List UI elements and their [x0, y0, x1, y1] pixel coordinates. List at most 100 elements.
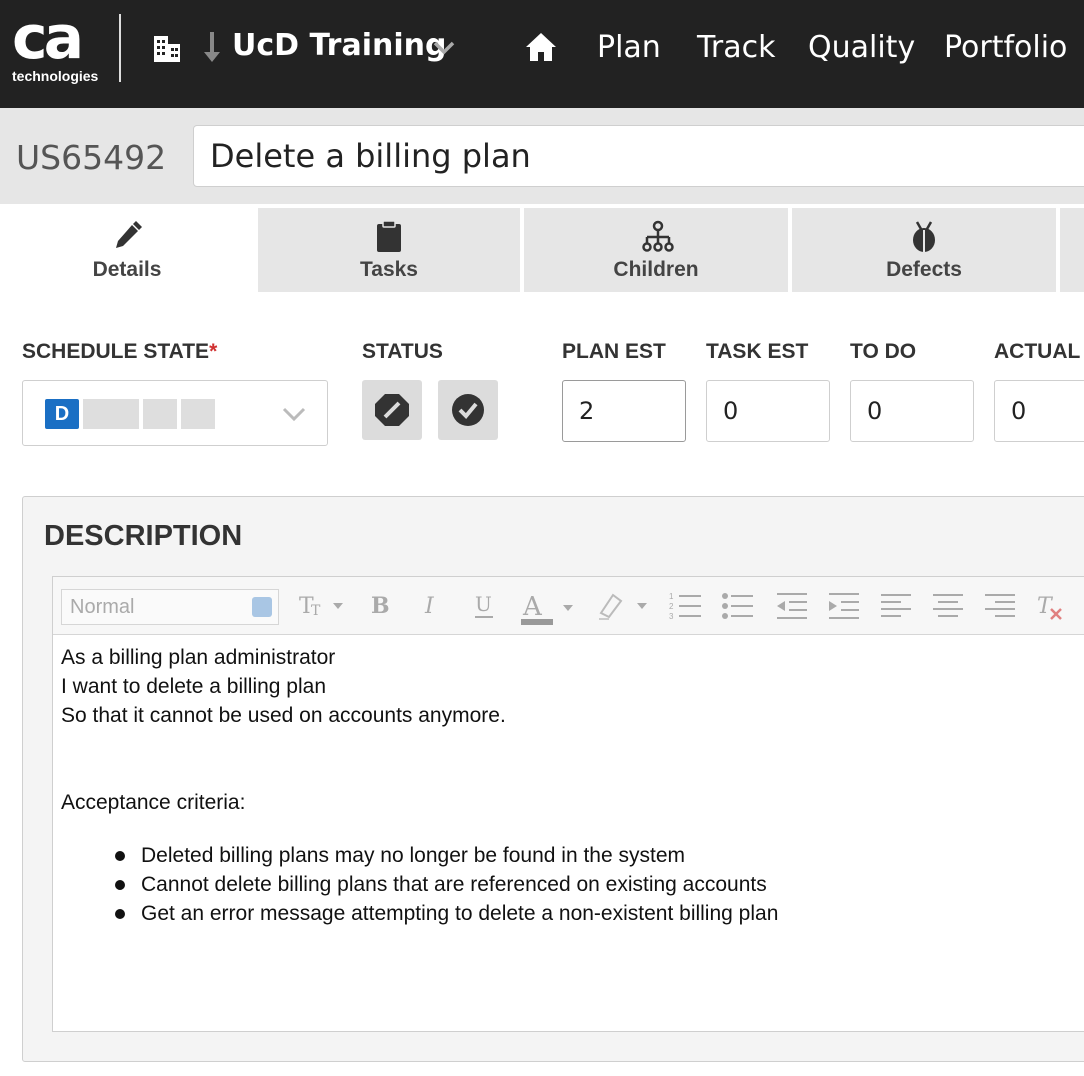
description-line	[61, 759, 1084, 788]
blocked-button[interactable]	[362, 380, 422, 440]
italic-button[interactable]: I	[421, 589, 445, 623]
logo-subtitle: technologies	[12, 68, 99, 84]
align-center-icon	[933, 594, 963, 617]
italic-icon: I	[424, 594, 435, 619]
ready-check-icon	[452, 394, 484, 426]
svg-text:T: T	[1037, 594, 1054, 619]
to-do-input[interactable]	[850, 380, 974, 442]
tab-more[interactable]	[1060, 208, 1084, 292]
required-marker: *	[209, 340, 218, 363]
hierarchy-icon	[641, 220, 674, 254]
numbered-list-icon: 123	[669, 592, 701, 621]
actual-label: ACTUAL	[994, 340, 1081, 363]
blocked-icon	[375, 394, 409, 426]
align-right-button[interactable]	[983, 589, 1017, 623]
svg-text:1: 1	[669, 592, 674, 601]
acceptance-criteria-list: Deleted billing plans may no longer be f…	[61, 841, 1084, 928]
chevron-down-icon[interactable]	[432, 38, 456, 58]
nav-track[interactable]: Track	[697, 30, 776, 65]
plan-est-label: PLAN EST	[562, 340, 666, 363]
home-icon[interactable]	[524, 30, 558, 64]
bullet-list-icon	[722, 593, 753, 619]
font-size-button[interactable]: T T	[297, 589, 349, 623]
svg-text:3: 3	[669, 612, 674, 621]
ca-technologies-logo[interactable]: ca technologies	[12, 3, 104, 88]
top-nav-bar: ca technologies UcD Training Plan Track	[0, 0, 1084, 108]
task-est-label: TASK EST	[706, 340, 809, 363]
artifact-id: US65492	[16, 138, 167, 177]
nav-portfolio[interactable]: Portfolio	[944, 30, 1067, 65]
state-completed-segment[interactable]	[143, 399, 177, 429]
clear-format-button[interactable]: T	[1035, 589, 1069, 623]
chevron-down-icon[interactable]	[281, 403, 307, 425]
description-line: Acceptance criteria:	[61, 791, 246, 814]
building-icon[interactable]	[152, 30, 182, 64]
arrow-down-icon	[202, 30, 222, 64]
bug-icon	[909, 220, 939, 254]
format-select-value: Normal	[70, 596, 135, 618]
highlight-button[interactable]	[597, 589, 653, 623]
list-item: Cannot delete billing plans that are ref…	[115, 870, 1084, 899]
schedule-state-select[interactable]: D	[22, 380, 328, 446]
status-label: STATUS	[362, 340, 443, 363]
schedule-state-label: SCHEDULE STATE*	[22, 340, 218, 363]
description-line: As a billing plan administrator	[61, 646, 336, 669]
description-heading: DESCRIPTION	[44, 520, 243, 552]
indent-icon	[829, 593, 859, 619]
svg-text:2: 2	[669, 602, 674, 611]
to-do-label: TO DO	[850, 340, 917, 363]
font-size-icon: T T	[299, 594, 343, 619]
svg-text:I: I	[424, 594, 435, 619]
outdent-button[interactable]	[775, 589, 809, 623]
workspace-name[interactable]: UcD Training	[232, 28, 446, 63]
tab-details[interactable]: Details	[0, 208, 254, 292]
underline-icon: U	[475, 592, 493, 618]
description-content[interactable]: As a billing plan administrator I want t…	[61, 643, 1084, 928]
indent-button[interactable]	[827, 589, 861, 623]
clipboard-icon	[374, 220, 404, 254]
align-right-icon	[985, 594, 1015, 617]
tab-children[interactable]: Children	[524, 208, 788, 292]
text-color-icon: A	[521, 592, 573, 625]
svg-text:T: T	[311, 603, 321, 619]
tab-label: Defects	[886, 258, 962, 281]
ready-button[interactable]	[438, 380, 498, 440]
tab-tasks[interactable]: Tasks	[258, 208, 520, 292]
bold-icon: B	[371, 593, 390, 619]
svg-text:A: A	[522, 592, 543, 622]
plan-est-input[interactable]	[562, 380, 686, 442]
svg-text:U: U	[475, 592, 492, 616]
chevron-down-icon[interactable]	[252, 597, 272, 617]
list-item: Deleted billing plans may no longer be f…	[115, 841, 1084, 870]
tab-label: Children	[613, 258, 699, 281]
state-defined-badge[interactable]: D	[45, 399, 79, 429]
svg-text:B: B	[371, 593, 390, 619]
nav-plan[interactable]: Plan	[597, 30, 661, 65]
bullet-list-button[interactable]	[721, 589, 755, 623]
tab-label: Tasks	[360, 258, 418, 281]
artifact-title-input[interactable]	[193, 125, 1084, 187]
logo-divider	[119, 14, 121, 82]
description-line	[61, 730, 1084, 759]
bold-button[interactable]: B	[369, 589, 393, 623]
outdent-icon	[777, 593, 807, 619]
editor-toolbar: Normal T T B I U A 1 2 3 T	[53, 577, 1084, 635]
logo-mark: ca	[12, 3, 84, 73]
align-center-button[interactable]	[931, 589, 965, 623]
underline-button[interactable]: U	[473, 589, 497, 623]
pencil-icon	[112, 220, 142, 254]
state-in-progress-segment[interactable]	[83, 399, 139, 429]
align-left-button[interactable]	[879, 589, 913, 623]
state-accepted-segment[interactable]	[181, 399, 215, 429]
paragraph-format-select[interactable]: Normal	[61, 589, 279, 625]
text-color-button[interactable]: A	[521, 589, 579, 625]
tab-label: Details	[92, 258, 162, 281]
numbered-list-button[interactable]: 123	[669, 589, 703, 623]
description-line: So that it cannot be used on accounts an…	[61, 704, 506, 727]
task-est-input[interactable]	[706, 380, 830, 442]
rich-text-editor[interactable]: Normal T T B I U A 1 2 3 T As a billing …	[52, 576, 1084, 1032]
actual-input[interactable]	[994, 380, 1084, 442]
highlighter-icon	[599, 593, 647, 620]
nav-quality[interactable]: Quality	[808, 30, 915, 65]
tab-defects[interactable]: Defects	[792, 208, 1056, 292]
